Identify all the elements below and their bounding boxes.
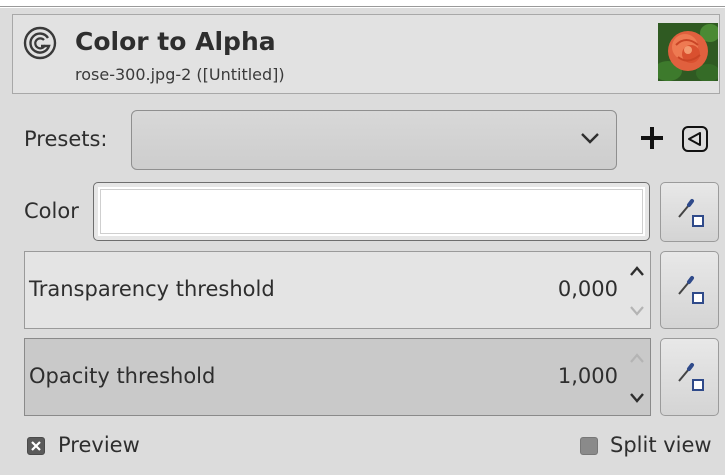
preview-check-box[interactable] xyxy=(27,437,45,455)
split-view-label: Split view xyxy=(610,433,712,457)
eyedropper-icon xyxy=(678,276,704,304)
color-button[interactable] xyxy=(93,182,650,241)
opacity-picker-button[interactable] xyxy=(660,338,719,416)
top-divider xyxy=(0,6,725,7)
eyedropper-icon xyxy=(678,363,704,391)
add-preset-button[interactable] xyxy=(638,122,666,154)
opacity-threshold-spinscale[interactable]: Opacity threshold 1,000 xyxy=(24,338,651,416)
color-label: Color xyxy=(24,199,79,223)
transparency-threshold-spinscale[interactable]: Transparency threshold 0,000 xyxy=(24,251,651,329)
presets-menu-button[interactable] xyxy=(680,124,710,154)
split-view-check-box[interactable] xyxy=(580,437,598,455)
top-strip xyxy=(0,0,725,8)
chevron-down-icon[interactable] xyxy=(628,391,646,405)
chevron-up-icon[interactable] xyxy=(628,351,646,365)
transparency-picker-button[interactable] xyxy=(660,251,719,329)
transparency-threshold-label: Transparency threshold xyxy=(29,277,275,301)
preview-checkbox[interactable]: Preview xyxy=(27,432,167,462)
image-subtitle: rose-300.jpg-2 ([Untitled]) xyxy=(75,65,285,84)
preview-label: Preview xyxy=(58,433,140,457)
opacity-threshold-label: Opacity threshold xyxy=(29,364,216,388)
dialog-header: Color to Alpha rose-300.jpg-2 ([Untitled… xyxy=(12,14,720,94)
presets-label: Presets: xyxy=(24,127,108,151)
gimp-logo-icon xyxy=(23,26,57,60)
chevron-up-icon[interactable] xyxy=(628,264,646,278)
opacity-threshold-value: 1,000 xyxy=(557,364,618,388)
chevron-down-icon xyxy=(581,133,599,144)
image-thumbnail xyxy=(658,23,718,81)
chevron-down-icon[interactable] xyxy=(628,304,646,318)
dialog-title: Color to Alpha xyxy=(75,27,276,56)
color-swatch xyxy=(100,189,643,234)
color-picker-button[interactable] xyxy=(660,182,719,242)
check-x-icon xyxy=(31,441,41,451)
split-view-checkbox[interactable]: Split view xyxy=(580,432,720,462)
presets-dropdown[interactable] xyxy=(131,110,617,170)
eyedropper-icon xyxy=(678,199,704,227)
transparency-threshold-value: 0,000 xyxy=(557,277,618,301)
